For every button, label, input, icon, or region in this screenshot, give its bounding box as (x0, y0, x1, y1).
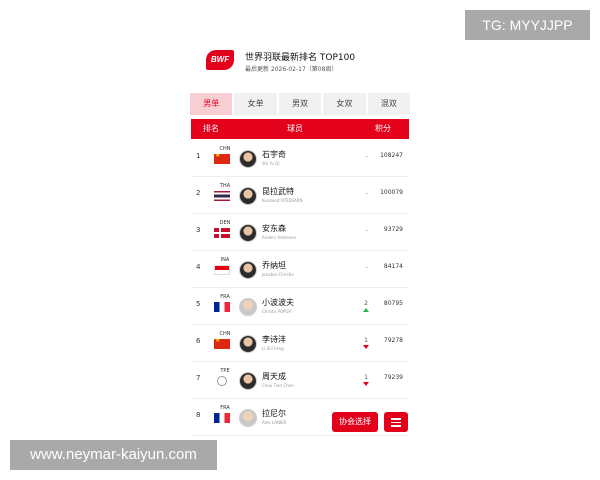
rank-down-icon (363, 345, 369, 349)
ranking-row[interactable]: 2 THA 昆拉武特 Kunlavut VITIDSARN - 100079 (191, 177, 409, 214)
player-name: 乔纳坦 (262, 261, 286, 270)
ranking-row[interactable]: 6 CHN 李诗沣 Li Shi Feng 1 79278 (191, 325, 409, 362)
table-header: 排名 球员 积分 (191, 119, 409, 139)
discipline-tabs: 男单 女单 男双 女双 混双 (190, 93, 411, 115)
ranking-row[interactable]: 5 FRA 小波波夫 Christo POPOV 2 80795 (191, 288, 409, 325)
player-avatar (239, 261, 257, 279)
player-name-en: Christo POPOV (262, 309, 292, 314)
player-name: 安东森 (262, 224, 286, 233)
country-flag-icon (214, 154, 230, 164)
rank-change: - (366, 264, 369, 271)
ranking-row[interactable]: 1 CHN 石宇奇 Shi Yu Qi - 108247 (191, 140, 409, 177)
player-name-en: Shi Yu Qi (262, 161, 280, 166)
ranking-row[interactable]: 3 DEN 安东森 Anders Antonsen - 93729 (191, 214, 409, 251)
player-avatar (239, 335, 257, 353)
country-flag-icon (214, 413, 230, 423)
rank-number: 6 (196, 337, 201, 345)
player-avatar (239, 224, 257, 242)
ranking-row[interactable]: 4 INA 乔纳坦 Jonatan Christie - 84174 (191, 251, 409, 288)
rank-number: 8 (196, 411, 201, 419)
player-name: 李诗沣 (262, 335, 286, 344)
country-code: THA (219, 183, 231, 189)
player-points: 84174 (383, 263, 403, 270)
rank-change: 1 (359, 374, 373, 386)
points-column-header: 积分 (375, 124, 391, 133)
tab-mens-doubles[interactable]: 男双 (278, 93, 322, 115)
country-flag-icon (214, 339, 230, 349)
rank-up-icon (363, 308, 369, 312)
page-title: 世界羽联最新排名 TOP100 (245, 53, 356, 63)
country-code: INA (220, 257, 230, 263)
country-code: CHN (219, 331, 231, 337)
ranking-list: 1 CHN 石宇奇 Shi Yu Qi - 108247 2 THA 昆拉武特 … (191, 140, 409, 436)
player-name-en: Anders Antonsen (262, 235, 297, 240)
player-name-en: Li Shi Feng (262, 346, 284, 351)
player-points: 93729 (383, 226, 403, 233)
rank-number: 1 (196, 152, 201, 160)
ranking-row[interactable]: 7 TPE 周天成 Chou Tien Chen 1 79239 (191, 362, 409, 399)
player-avatar (239, 409, 257, 427)
player-avatar (239, 150, 257, 168)
country-code: FRA (220, 294, 230, 300)
rank-column-header: 排名 (203, 124, 219, 133)
country-code: CHN (219, 146, 231, 152)
tab-womens-singles[interactable]: 女单 (234, 93, 277, 115)
player-points: 79278 (383, 337, 403, 344)
rank-change: - (366, 227, 369, 234)
player-points: 108247 (380, 152, 403, 159)
country-code: FRA (220, 405, 230, 411)
player-name: 周天成 (262, 372, 286, 381)
country-flag-icon (214, 302, 230, 312)
association-select-button[interactable]: 协会选择 (332, 412, 378, 432)
player-column-header: 球员 (287, 124, 303, 133)
rank-change: - (366, 190, 369, 197)
player-name-en: Alex LANIER (262, 420, 287, 425)
player-name: 昆拉武特 (262, 187, 294, 196)
rank-number: 2 (196, 189, 201, 197)
country-flag-icon (214, 191, 230, 201)
player-name: 拉尼尔 (262, 409, 286, 418)
player-name: 石宇奇 (262, 150, 286, 159)
player-points: 79239 (383, 374, 403, 381)
country-flag-icon (217, 376, 227, 386)
last-updated-text: 最后更新 2026-02-17（第08周） (245, 66, 338, 73)
tab-mixed-doubles[interactable]: 混双 (367, 93, 411, 115)
tab-womens-doubles[interactable]: 女双 (323, 93, 366, 115)
rank-down-icon (363, 382, 369, 386)
rank-number: 7 (196, 374, 201, 382)
bwf-logo: BWF (206, 50, 234, 70)
rank-number: 5 (196, 300, 201, 308)
player-name-en: Jonatan Christie (262, 272, 294, 277)
ranking-screen: BWF 世界羽联最新排名 TOP100 最后更新 2026-02-17（第08周… (188, 40, 412, 440)
rank-change: 2 (359, 300, 373, 312)
page-header: BWF 世界羽联最新排名 TOP100 最后更新 2026-02-17（第08周… (188, 40, 412, 82)
site-watermark: www.neymar-kaiyun.com (10, 440, 217, 470)
country-code: TPE (220, 368, 230, 374)
tab-mens-singles[interactable]: 男单 (190, 93, 233, 115)
player-name: 小波波夫 (262, 298, 294, 307)
rank-number: 4 (196, 263, 201, 271)
player-name-en: Chou Tien Chen (262, 383, 294, 388)
player-avatar (239, 187, 257, 205)
player-avatar (239, 372, 257, 390)
tg-watermark: TG: MYYJJPP (465, 10, 590, 40)
player-points: 100079 (380, 189, 403, 196)
player-points: 80795 (383, 300, 403, 307)
player-avatar (239, 298, 257, 316)
rank-number: 3 (196, 226, 201, 234)
list-menu-icon[interactable] (384, 412, 408, 432)
rank-change: - (366, 153, 369, 160)
player-name-en: Kunlavut VITIDSARN (262, 198, 303, 203)
rank-change: 1 (359, 337, 373, 349)
country-flag-icon (214, 265, 230, 275)
country-code: DEN (219, 220, 231, 226)
country-flag-icon (214, 228, 230, 238)
